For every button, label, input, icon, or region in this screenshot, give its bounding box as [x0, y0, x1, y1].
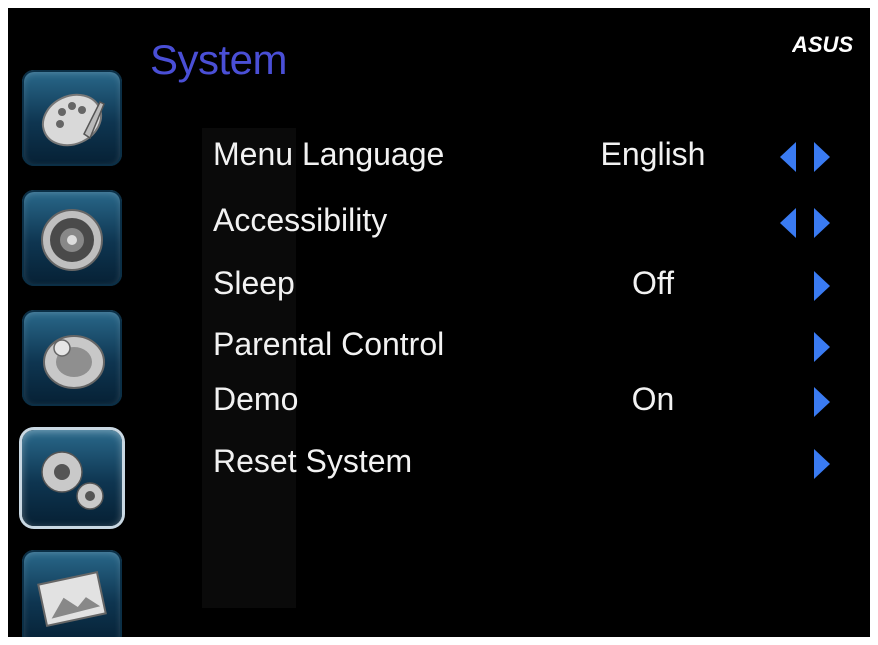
menu-row-value: On [631, 381, 675, 417]
brand-text: ASUS [792, 34, 853, 56]
menu-row-label: Demo [213, 381, 299, 417]
arrow-left-icon[interactable] [780, 142, 798, 172]
menu-row-label: Accessibility [213, 202, 388, 238]
menu-row-parental-control[interactable]: Parental Control [8, 320, 870, 368]
arrow-right-icon[interactable] [812, 332, 830, 362]
menu-row-value: English [600, 136, 706, 172]
menu-row-accessibility[interactable]: Accessibility [8, 196, 870, 244]
menu-row-value: Off [631, 265, 675, 301]
arrow-right-icon[interactable] [812, 387, 830, 417]
brand-logo: ASUS [792, 34, 853, 56]
menu-row-demo[interactable]: Demo On [8, 375, 870, 423]
menu-screen: System ASUS Menu Language English Access… [8, 8, 870, 637]
sidebar-item-photo[interactable] [22, 550, 122, 637]
picture-frame-icon [37, 571, 107, 627]
arrow-right-icon[interactable] [812, 449, 830, 479]
arrow-right-icon[interactable] [812, 142, 830, 172]
menu-row-sleep[interactable]: Sleep Off [8, 259, 870, 307]
arrow-right-icon[interactable] [812, 208, 830, 238]
menu-row-label: Parental Control [213, 326, 445, 362]
menu-row-menu-language[interactable]: Menu Language English [8, 130, 870, 178]
menu-row-reset-system[interactable]: Reset System [8, 437, 870, 485]
menu-row-label: Menu Language [213, 136, 445, 172]
arrow-left-icon[interactable] [780, 208, 798, 238]
menu-row-label: Reset System [213, 443, 413, 479]
arrow-right-icon[interactable] [812, 271, 830, 301]
menu-row-label: Sleep [213, 265, 295, 301]
page-title: System [150, 36, 288, 83]
